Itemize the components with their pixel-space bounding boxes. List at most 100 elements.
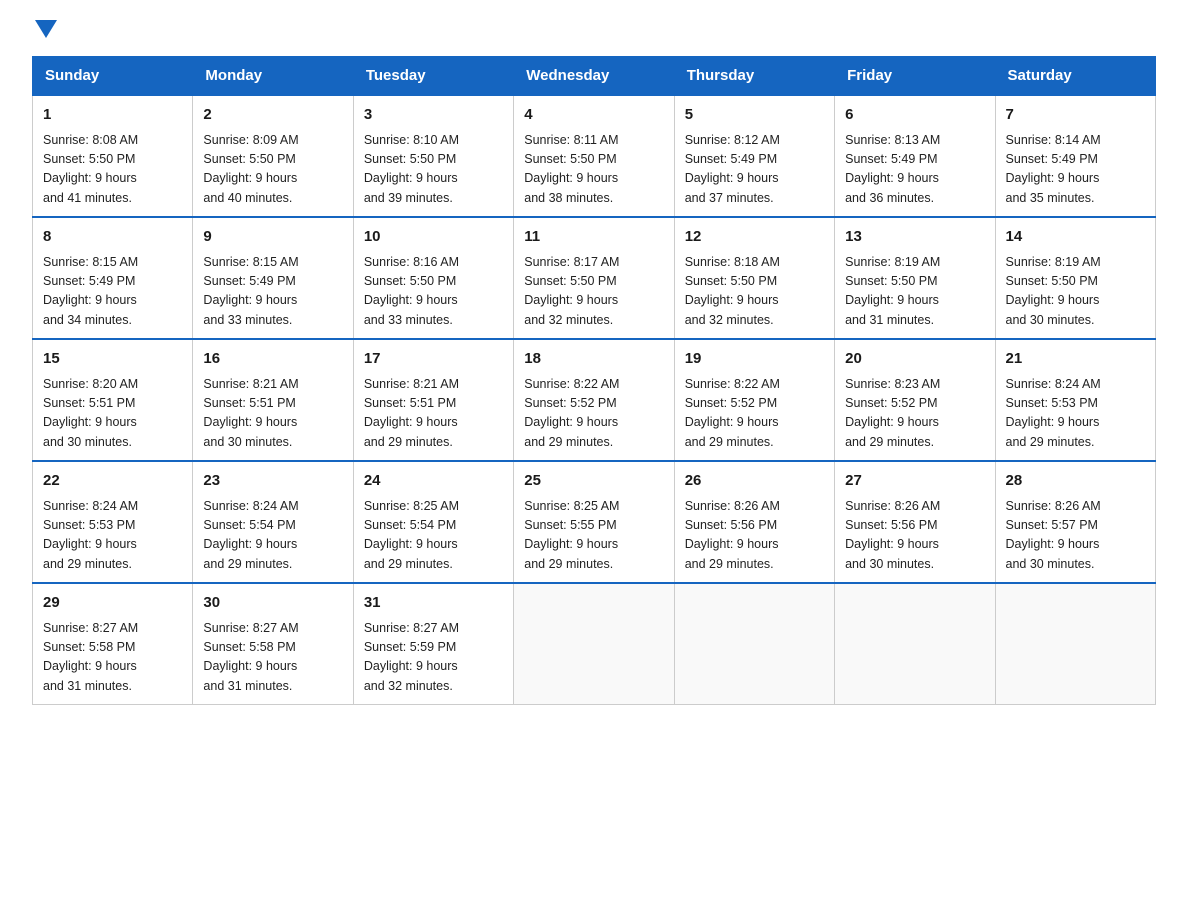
day-info: Sunrise: 8:12 AMSunset: 5:49 PMDaylight:… bbox=[685, 131, 824, 209]
weekday-header: Monday bbox=[193, 57, 353, 96]
day-number: 8 bbox=[43, 226, 182, 249]
calendar-cell: 17 Sunrise: 8:21 AMSunset: 5:51 PMDayligh… bbox=[353, 339, 513, 461]
weekday-header: Friday bbox=[835, 57, 995, 96]
weekday-header: Thursday bbox=[674, 57, 834, 96]
day-number: 4 bbox=[524, 104, 663, 127]
day-info: Sunrise: 8:14 AMSunset: 5:49 PMDaylight:… bbox=[1006, 131, 1145, 209]
day-number: 23 bbox=[203, 470, 342, 493]
calendar-cell: 26 Sunrise: 8:26 AMSunset: 5:56 PMDayligh… bbox=[674, 461, 834, 583]
day-info: Sunrise: 8:15 AMSunset: 5:49 PMDaylight:… bbox=[203, 253, 342, 331]
calendar-cell: 28 Sunrise: 8:26 AMSunset: 5:57 PMDayligh… bbox=[995, 461, 1155, 583]
day-number: 18 bbox=[524, 348, 663, 371]
day-number: 19 bbox=[685, 348, 824, 371]
calendar-cell: 14Sunrise: 8:19 AMSunset: 5:50 PMDayligh… bbox=[995, 217, 1155, 339]
day-number: 30 bbox=[203, 592, 342, 615]
day-info: Sunrise: 8:27 AMSunset: 5:58 PMDaylight:… bbox=[203, 619, 342, 697]
day-info: Sunrise: 8:11 AMSunset: 5:50 PMDaylight:… bbox=[524, 131, 663, 209]
day-info: Sunrise: 8:26 AMSunset: 5:57 PMDaylight:… bbox=[1006, 497, 1145, 575]
calendar-cell: 29 Sunrise: 8:27 AMSunset: 5:58 PMDayligh… bbox=[33, 583, 193, 705]
calendar-cell bbox=[835, 583, 995, 705]
day-number: 7 bbox=[1006, 104, 1145, 127]
day-number: 26 bbox=[685, 470, 824, 493]
day-number: 12 bbox=[685, 226, 824, 249]
day-number: 13 bbox=[845, 226, 984, 249]
day-info: Sunrise: 8:27 AMSunset: 5:58 PMDaylight:… bbox=[43, 619, 182, 697]
day-number: 17 bbox=[364, 348, 503, 371]
calendar-cell: 24Sunrise: 8:25 AMSunset: 5:54 PMDayligh… bbox=[353, 461, 513, 583]
day-info: Sunrise: 8:25 AMSunset: 5:54 PMDaylight:… bbox=[364, 497, 503, 575]
calendar-cell: 25 Sunrise: 8:25 AMSunset: 5:55 PMDayligh… bbox=[514, 461, 674, 583]
calendar-cell: 19 Sunrise: 8:22 AMSunset: 5:52 PMDayligh… bbox=[674, 339, 834, 461]
day-info: Sunrise: 8:24 AMSunset: 5:53 PMDaylight:… bbox=[1006, 375, 1145, 453]
calendar-cell: 31 Sunrise: 8:27 AMSunset: 5:59 PMDayligh… bbox=[353, 583, 513, 705]
weekday-header: Saturday bbox=[995, 57, 1155, 96]
calendar-week-row: 15Sunrise: 8:20 AMSunset: 5:51 PMDayligh… bbox=[33, 339, 1156, 461]
calendar-cell: 23 Sunrise: 8:24 AMSunset: 5:54 PMDayligh… bbox=[193, 461, 353, 583]
calendar-week-row: 1Sunrise: 8:08 AMSunset: 5:50 PMDaylight… bbox=[33, 95, 1156, 217]
day-number: 5 bbox=[685, 104, 824, 127]
day-number: 1 bbox=[43, 104, 182, 127]
calendar-cell: 22 Sunrise: 8:24 AMSunset: 5:53 PMDayligh… bbox=[33, 461, 193, 583]
logo-triangle-icon bbox=[35, 20, 57, 38]
calendar-cell: 18Sunrise: 8:22 AMSunset: 5:52 PMDayligh… bbox=[514, 339, 674, 461]
calendar-cell bbox=[995, 583, 1155, 705]
weekday-header: Tuesday bbox=[353, 57, 513, 96]
day-number: 9 bbox=[203, 226, 342, 249]
calendar-cell: 7 Sunrise: 8:14 AMSunset: 5:49 PMDaylight… bbox=[995, 95, 1155, 217]
calendar-cell bbox=[514, 583, 674, 705]
calendar-cell: 21 Sunrise: 8:24 AMSunset: 5:53 PMDayligh… bbox=[995, 339, 1155, 461]
day-info: Sunrise: 8:25 AMSunset: 5:55 PMDaylight:… bbox=[524, 497, 663, 575]
day-number: 11 bbox=[524, 226, 663, 249]
calendar-cell bbox=[674, 583, 834, 705]
calendar-table: SundayMondayTuesdayWednesdayThursdayFrid… bbox=[32, 56, 1156, 705]
day-info: Sunrise: 8:09 AMSunset: 5:50 PMDaylight:… bbox=[203, 131, 342, 209]
calendar-cell: 16 Sunrise: 8:21 AMSunset: 5:51 PMDayligh… bbox=[193, 339, 353, 461]
day-number: 3 bbox=[364, 104, 503, 127]
day-number: 2 bbox=[203, 104, 342, 127]
calendar-cell: 9 Sunrise: 8:15 AMSunset: 5:49 PMDaylight… bbox=[193, 217, 353, 339]
day-info: Sunrise: 8:27 AMSunset: 5:59 PMDaylight:… bbox=[364, 619, 503, 697]
calendar-cell: 10 Sunrise: 8:16 AMSunset: 5:50 PMDayligh… bbox=[353, 217, 513, 339]
day-number: 20 bbox=[845, 348, 984, 371]
day-number: 16 bbox=[203, 348, 342, 371]
day-number: 25 bbox=[524, 470, 663, 493]
day-number: 29 bbox=[43, 592, 182, 615]
day-info: Sunrise: 8:17 AMSunset: 5:50 PMDaylight:… bbox=[524, 253, 663, 331]
day-info: Sunrise: 8:18 AMSunset: 5:50 PMDaylight:… bbox=[685, 253, 824, 331]
page-header bbox=[32, 24, 1156, 36]
calendar-cell: 20 Sunrise: 8:23 AMSunset: 5:52 PMDayligh… bbox=[835, 339, 995, 461]
day-number: 14 bbox=[1006, 226, 1145, 249]
calendar-cell: 6Sunrise: 8:13 AMSunset: 5:49 PMDaylight… bbox=[835, 95, 995, 217]
day-number: 15 bbox=[43, 348, 182, 371]
day-info: Sunrise: 8:21 AMSunset: 5:51 PMDaylight:… bbox=[364, 375, 503, 453]
calendar-cell: 5 Sunrise: 8:12 AMSunset: 5:49 PMDaylight… bbox=[674, 95, 834, 217]
day-info: Sunrise: 8:26 AMSunset: 5:56 PMDaylight:… bbox=[845, 497, 984, 575]
day-number: 22 bbox=[43, 470, 182, 493]
calendar-cell: 11 Sunrise: 8:17 AMSunset: 5:50 PMDayligh… bbox=[514, 217, 674, 339]
day-number: 6 bbox=[845, 104, 984, 127]
calendar-cell: 27Sunrise: 8:26 AMSunset: 5:56 PMDayligh… bbox=[835, 461, 995, 583]
calendar-week-row: 22 Sunrise: 8:24 AMSunset: 5:53 PMDayligh… bbox=[33, 461, 1156, 583]
day-info: Sunrise: 8:16 AMSunset: 5:50 PMDaylight:… bbox=[364, 253, 503, 331]
calendar-cell: 1Sunrise: 8:08 AMSunset: 5:50 PMDaylight… bbox=[33, 95, 193, 217]
weekday-header: Sunday bbox=[33, 57, 193, 96]
day-info: Sunrise: 8:10 AMSunset: 5:50 PMDaylight:… bbox=[364, 131, 503, 209]
calendar-cell: 3 Sunrise: 8:10 AMSunset: 5:50 PMDaylight… bbox=[353, 95, 513, 217]
day-info: Sunrise: 8:23 AMSunset: 5:52 PMDaylight:… bbox=[845, 375, 984, 453]
calendar-cell: 13Sunrise: 8:19 AMSunset: 5:50 PMDayligh… bbox=[835, 217, 995, 339]
day-info: Sunrise: 8:24 AMSunset: 5:53 PMDaylight:… bbox=[43, 497, 182, 575]
day-number: 28 bbox=[1006, 470, 1145, 493]
day-info: Sunrise: 8:21 AMSunset: 5:51 PMDaylight:… bbox=[203, 375, 342, 453]
weekday-header: Wednesday bbox=[514, 57, 674, 96]
day-number: 31 bbox=[364, 592, 503, 615]
calendar-header-row: SundayMondayTuesdayWednesdayThursdayFrid… bbox=[33, 57, 1156, 96]
calendar-week-row: 8 Sunrise: 8:15 AMSunset: 5:49 PMDaylight… bbox=[33, 217, 1156, 339]
day-info: Sunrise: 8:24 AMSunset: 5:54 PMDaylight:… bbox=[203, 497, 342, 575]
calendar-cell: 12 Sunrise: 8:18 AMSunset: 5:50 PMDayligh… bbox=[674, 217, 834, 339]
calendar-week-row: 29 Sunrise: 8:27 AMSunset: 5:58 PMDayligh… bbox=[33, 583, 1156, 705]
day-info: Sunrise: 8:26 AMSunset: 5:56 PMDaylight:… bbox=[685, 497, 824, 575]
calendar-cell: 8Sunrise: 8:15 AMSunset: 5:49 PMDaylight… bbox=[33, 217, 193, 339]
day-info: Sunrise: 8:22 AMSunset: 5:52 PMDaylight:… bbox=[685, 375, 824, 453]
day-number: 10 bbox=[364, 226, 503, 249]
day-number: 21 bbox=[1006, 348, 1145, 371]
